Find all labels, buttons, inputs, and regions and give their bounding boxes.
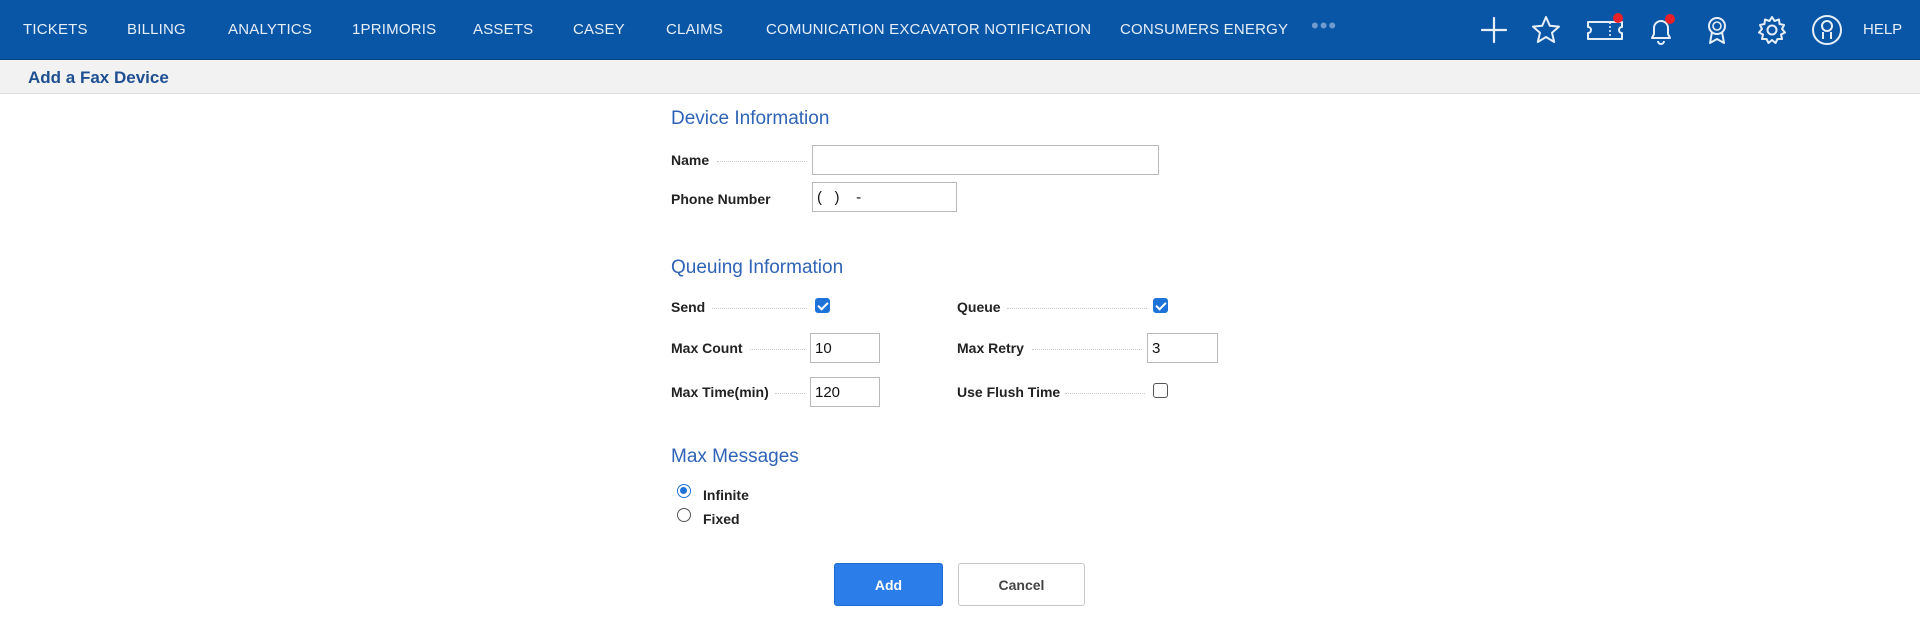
nav-item-assets[interactable]: ASSETS: [473, 21, 533, 38]
max-time-input[interactable]: [810, 377, 880, 407]
queuing-information-title: Queuing Information: [671, 257, 844, 278]
nav-item-claims[interactable]: CLAIMS: [666, 21, 723, 38]
add-button[interactable]: Add: [834, 563, 943, 606]
nav-item-consumers-energy[interactable]: CONSUMERS ENERGY: [1120, 21, 1288, 38]
nav-item-billing[interactable]: BILLING: [127, 21, 186, 38]
max-count-input[interactable]: [810, 333, 880, 363]
name-leader-dots: [717, 161, 807, 162]
max-messages-title: Max Messages: [671, 446, 799, 467]
phone-number-input[interactable]: [812, 182, 957, 212]
name-label: Name: [671, 152, 710, 168]
plus-icon[interactable]: [1476, 12, 1512, 48]
ticket-notification-badge: [1613, 13, 1623, 23]
infinite-radio[interactable]: [677, 484, 691, 498]
send-label: Send: [671, 299, 706, 315]
page-header-bar: Add a Fax Device: [0, 60, 1920, 94]
cancel-button[interactable]: Cancel: [958, 563, 1085, 606]
help-link[interactable]: HELP: [1863, 21, 1902, 38]
fixed-radio[interactable]: [677, 508, 691, 522]
use-flush-time-label: Use Flush Time: [957, 384, 1061, 400]
max-count-label: Max Count: [671, 340, 743, 356]
top-navigation-bar: TICKETS BILLING ANALYTICS 1PRIMORIS ASSE…: [0, 0, 1920, 60]
queue-leader-dots: [1007, 308, 1147, 309]
more-menu-icon[interactable]: •••: [1311, 13, 1337, 39]
nav-item-comunication-excavator-notification[interactable]: COMUNICATION EXCAVATOR NOTIFICATION: [766, 21, 1091, 38]
award-icon[interactable]: [1699, 12, 1735, 48]
use-flush-time-leader-dots: [1065, 393, 1145, 394]
max-retry-input[interactable]: [1147, 333, 1218, 363]
user-icon[interactable]: [1809, 12, 1845, 48]
infinite-radio-label: Infinite: [703, 487, 749, 503]
device-information-title: Device Information: [671, 108, 830, 129]
nav-item-casey[interactable]: CASEY: [573, 21, 625, 38]
star-icon[interactable]: [1528, 12, 1564, 48]
queue-checkbox[interactable]: [1153, 298, 1168, 313]
fixed-radio-label: Fixed: [703, 511, 740, 527]
send-checkbox[interactable]: [815, 298, 830, 313]
page-title: Add a Fax Device: [28, 68, 169, 87]
max-time-leader-dots: [775, 393, 805, 394]
nav-item-tickets[interactable]: TICKETS: [23, 21, 88, 38]
max-time-label: Max Time(min): [671, 384, 769, 400]
phone-number-label: Phone Number: [671, 191, 771, 207]
nav-item-1primoris[interactable]: 1PRIMORIS: [352, 21, 436, 38]
ticket-icon[interactable]: [1584, 12, 1626, 48]
max-retry-label: Max Retry: [957, 340, 1024, 356]
max-count-leader-dots: [750, 349, 805, 350]
bell-notification-badge: [1665, 14, 1675, 24]
gear-icon[interactable]: [1754, 12, 1790, 48]
bell-icon[interactable]: [1643, 12, 1679, 48]
use-flush-time-checkbox[interactable]: [1153, 383, 1168, 398]
name-input[interactable]: [812, 145, 1159, 175]
send-leader-dots: [712, 308, 807, 309]
nav-item-analytics[interactable]: ANALYTICS: [228, 21, 312, 38]
max-retry-leader-dots: [1032, 349, 1142, 350]
queue-label: Queue: [957, 299, 1001, 315]
